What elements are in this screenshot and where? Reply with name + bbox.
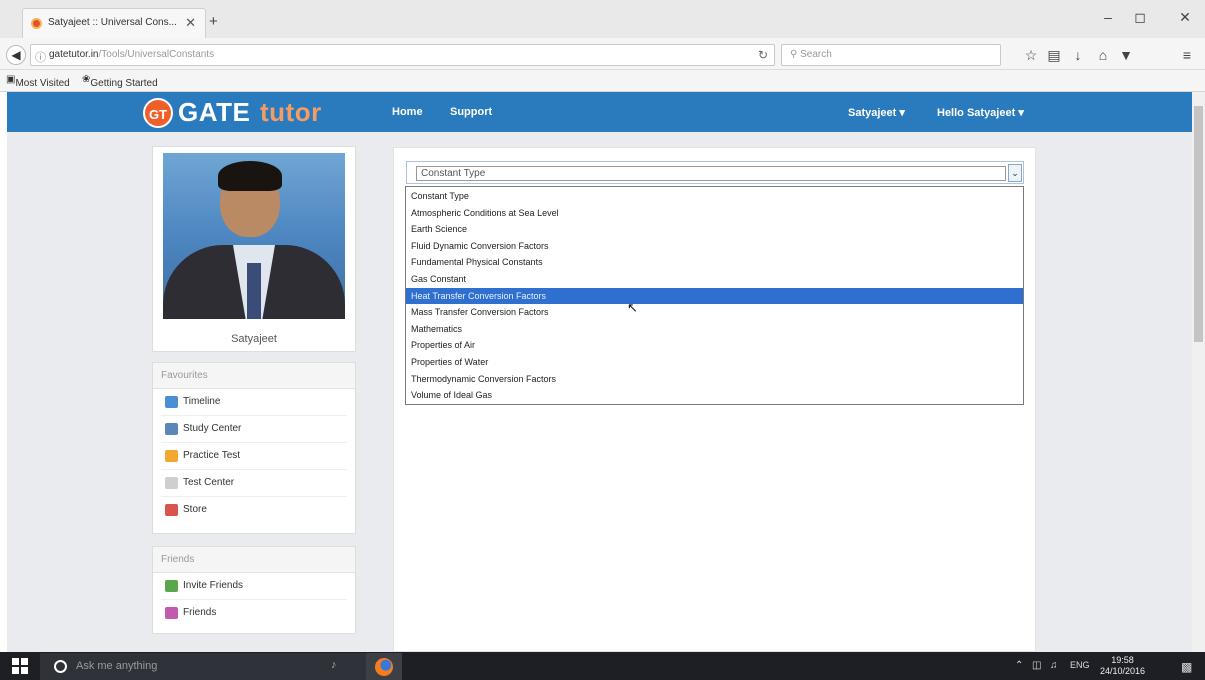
new-tab-button[interactable]: + bbox=[209, 13, 218, 30]
favourites-panel: Favourites Timeline Study Center Practic… bbox=[152, 362, 356, 534]
dropdown-option[interactable]: Mathematics bbox=[406, 321, 1023, 338]
cortana-icon bbox=[54, 660, 67, 673]
scrollbar-thumb[interactable] bbox=[1194, 106, 1203, 342]
friends-title: Friends bbox=[153, 547, 355, 573]
bookmark-getting-started[interactable]: ❀ Getting Started bbox=[82, 74, 158, 89]
address-url: gatetutor.in/Tools/UniversalConstants bbox=[49, 49, 215, 60]
tray-chevron-up-icon[interactable]: ⌃ bbox=[1015, 660, 1023, 671]
logo-gate-text: GATE bbox=[178, 97, 251, 127]
favicon-icon bbox=[31, 18, 42, 29]
favourite-item-test-center[interactable]: Test Center bbox=[161, 470, 347, 497]
favourite-item-store[interactable]: Store bbox=[161, 497, 347, 524]
dropdown-option[interactable]: Thermodynamic Conversion Factors bbox=[406, 371, 1023, 388]
cortana-placeholder: Ask me anything bbox=[76, 660, 158, 672]
nav-home-link[interactable]: Home bbox=[392, 106, 423, 118]
dropdown-option-highlighted[interactable]: Heat Transfer Conversion Factors bbox=[406, 287, 1023, 305]
browser-search-input[interactable]: ⚲ Search bbox=[781, 44, 1001, 66]
logo-badge: GT bbox=[143, 98, 173, 128]
volume-icon[interactable]: ♫ bbox=[1050, 660, 1058, 671]
bookmark-star-icon[interactable]: ☆ bbox=[1022, 47, 1040, 64]
user-menu[interactable]: Satyajeet ▾ bbox=[848, 106, 905, 119]
dropdown-option[interactable]: Properties of Water bbox=[406, 354, 1023, 371]
profile-name[interactable]: Satyajeet bbox=[152, 333, 356, 345]
favourite-item-study-center[interactable]: Study Center bbox=[161, 416, 347, 443]
microphone-icon[interactable]: ♪ bbox=[331, 659, 337, 671]
pocket-icon[interactable]: ▼ bbox=[1117, 47, 1135, 63]
select-value: Constant Type bbox=[416, 166, 1006, 181]
friends-panel: Friends Invite Friends Friends bbox=[152, 546, 356, 634]
language-indicator[interactable]: ENG bbox=[1070, 660, 1090, 670]
bookmark-most-visited[interactable]: ▣ Most Visited bbox=[6, 74, 70, 89]
store-icon bbox=[165, 504, 178, 516]
search-placeholder: ⚲ Search bbox=[790, 49, 832, 60]
notification-icon[interactable]: ▩ bbox=[1181, 660, 1192, 674]
firefox-icon bbox=[375, 658, 393, 676]
friends-item-friends[interactable]: Friends bbox=[161, 600, 347, 627]
network-icon[interactable]: ◫ bbox=[1032, 660, 1041, 671]
dropdown-option[interactable]: Properties of Air bbox=[406, 337, 1023, 354]
friends-icon bbox=[165, 607, 178, 619]
dropdown-option[interactable]: Constant Type bbox=[406, 188, 1023, 205]
timeline-icon bbox=[165, 396, 178, 408]
reading-list-icon[interactable]: ▤ bbox=[1045, 47, 1063, 64]
favourites-title: Favourites bbox=[153, 363, 355, 389]
firefox-taskbar-button[interactable] bbox=[366, 653, 402, 680]
dropdown-option[interactable]: Mass Transfer Conversion Factors bbox=[406, 304, 1023, 321]
info-icon[interactable]: ⓘ bbox=[35, 49, 46, 65]
bookmarks-bar: ▣ Most Visited ❀ Getting Started bbox=[0, 70, 1205, 92]
invite-friends-icon bbox=[165, 580, 178, 592]
close-window-button[interactable]: ✕ bbox=[1175, 9, 1195, 26]
clock-time: 19:58 bbox=[1111, 655, 1134, 665]
mouse-cursor-icon: ↖ bbox=[627, 300, 638, 315]
profile-photo[interactable] bbox=[163, 153, 345, 319]
back-arrow-icon[interactable]: ◀ bbox=[6, 45, 26, 65]
maximize-button[interactable]: ◻ bbox=[1130, 9, 1150, 26]
constant-type-select[interactable]: Constant Type ⌄ bbox=[406, 161, 1024, 184]
reload-icon[interactable]: ↻ bbox=[758, 48, 768, 62]
practice-test-icon bbox=[165, 450, 178, 462]
taskbar-clock[interactable]: 19:58 24/10/2016 bbox=[1100, 655, 1145, 677]
browser-tab[interactable]: Satyajeet :: Universal Cons... ✕ bbox=[22, 8, 206, 38]
study-center-icon bbox=[165, 423, 178, 435]
friends-item-invite[interactable]: Invite Friends bbox=[161, 573, 347, 600]
nav-support-link[interactable]: Support bbox=[450, 106, 492, 118]
dropdown-option[interactable]: Volume of Ideal Gas bbox=[406, 387, 1023, 404]
home-icon[interactable]: ⌂ bbox=[1094, 47, 1112, 63]
dropdown-option[interactable]: Atmospheric Conditions at Sea Level bbox=[406, 205, 1023, 222]
download-icon[interactable]: ↓ bbox=[1069, 47, 1087, 63]
tab-title: Satyajeet :: Universal Cons... bbox=[48, 17, 177, 28]
cortana-search-box[interactable]: Ask me anything ♪ bbox=[40, 653, 366, 680]
favourite-item-timeline[interactable]: Timeline bbox=[161, 389, 347, 416]
windows-start-icon[interactable] bbox=[12, 658, 28, 674]
constant-type-dropdown: Constant Type Atmospheric Conditions at … bbox=[405, 186, 1024, 405]
address-bar[interactable]: ⓘ gatetutor.in/Tools/UniversalConstants … bbox=[30, 44, 775, 66]
greeting-menu[interactable]: Hello Satyajeet ▾ bbox=[937, 106, 1024, 119]
dropdown-option[interactable]: Earth Science bbox=[406, 221, 1023, 238]
menu-icon[interactable]: ≡ bbox=[1178, 47, 1196, 63]
chevron-down-icon[interactable]: ⌄ bbox=[1008, 164, 1022, 182]
dropdown-option[interactable]: Fluid Dynamic Conversion Factors bbox=[406, 238, 1023, 255]
minimize-button[interactable]: – bbox=[1098, 9, 1118, 25]
test-center-icon bbox=[165, 477, 178, 489]
tab-close-icon[interactable]: ✕ bbox=[185, 15, 196, 31]
clock-date: 24/10/2016 bbox=[1100, 666, 1146, 676]
dropdown-option[interactable]: Gas Constant bbox=[406, 271, 1023, 288]
logo-tutor-text: tutor bbox=[260, 97, 322, 127]
dropdown-option[interactable]: Fundamental Physical Constants bbox=[406, 254, 1023, 271]
favourite-item-practice-test[interactable]: Practice Test bbox=[161, 443, 347, 470]
